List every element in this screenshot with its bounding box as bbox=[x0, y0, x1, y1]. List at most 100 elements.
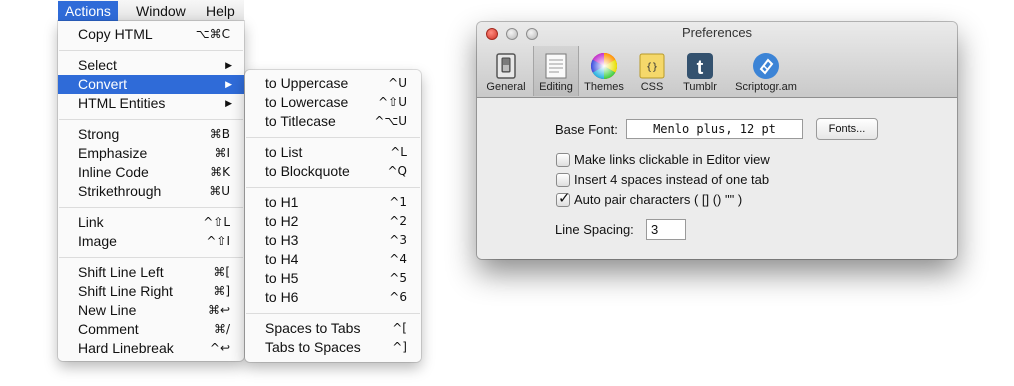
tab-tumblr[interactable]: t Tumblr bbox=[677, 46, 723, 96]
menu-item-image[interactable]: Image ^⇧I bbox=[58, 232, 244, 251]
menu-item-shortcut: ^⇧L bbox=[203, 215, 230, 229]
menu-item-label: Tabs to Spaces bbox=[265, 339, 361, 355]
menu-item-label: Convert bbox=[78, 76, 128, 92]
menu-separator bbox=[59, 119, 243, 120]
menu-item-label: HTML Entities bbox=[78, 95, 166, 111]
menu-item-shortcut: ⌘I bbox=[214, 146, 230, 160]
menu-item-to-blockquote[interactable]: to Blockquote ^Q bbox=[245, 162, 421, 181]
tab-label: Editing bbox=[539, 81, 573, 93]
menu-item-label: to Blockquote bbox=[265, 163, 350, 179]
menu-separator bbox=[246, 187, 420, 188]
menu-item-to-lowercase[interactable]: to Lowercase ^⇧U bbox=[245, 93, 421, 112]
tab-themes[interactable]: Themes bbox=[581, 46, 627, 96]
menu-actions[interactable]: Actions bbox=[58, 1, 118, 21]
menu-item-label: Spaces to Tabs bbox=[265, 320, 361, 336]
menu-item-shortcut: ⌘B bbox=[209, 127, 230, 141]
submenu-arrow-icon: ▶ bbox=[225, 98, 232, 108]
svg-text:{}: {} bbox=[646, 62, 658, 73]
menu-window[interactable]: Window bbox=[136, 2, 186, 21]
submenu-arrow-icon: ▶ bbox=[225, 60, 232, 70]
menu-item-label: to List bbox=[265, 144, 303, 160]
menu-item-shortcut: ^6 bbox=[389, 290, 407, 304]
menu-item-label: Link bbox=[78, 214, 104, 230]
base-font-field[interactable]: Menlo plus, 12 pt bbox=[626, 119, 803, 139]
tab-label: CSS bbox=[640, 81, 664, 93]
menu-item-shortcut: ^⌥U bbox=[374, 114, 407, 128]
menu-item-to-h6[interactable]: to H6 ^6 bbox=[245, 288, 421, 307]
menu-item-shortcut: ^2 bbox=[389, 214, 407, 228]
menu-item-shortcut: ^U bbox=[388, 76, 407, 90]
insert-spaces-checkbox[interactable] bbox=[556, 173, 570, 187]
auto-pair-checkbox[interactable]: ✓ bbox=[556, 190, 571, 207]
menu-item-to-h5[interactable]: to H5 ^5 bbox=[245, 269, 421, 288]
scriptogram-icon bbox=[753, 53, 779, 79]
checkmark-icon: ✓ bbox=[558, 190, 571, 207]
menu-item-strikethrough[interactable]: Strikethrough ⌘U bbox=[58, 182, 244, 201]
menu-item-to-h3[interactable]: to H3 ^3 bbox=[245, 231, 421, 250]
svg-text:t: t bbox=[697, 57, 704, 79]
menu-item-comment[interactable]: Comment ⌘/ bbox=[58, 320, 244, 339]
menu-item-label: Copy HTML bbox=[78, 26, 153, 42]
editing-pane: Base Font: Menlo plus, 12 pt Fonts... Ma… bbox=[477, 98, 957, 259]
preferences-toolbar: Preferences General Editing Themes {} CS… bbox=[477, 22, 957, 98]
tab-editing[interactable]: Editing bbox=[533, 46, 579, 96]
tab-css[interactable]: {} CSS bbox=[631, 46, 673, 96]
menu-item-select[interactable]: Select ▶ bbox=[58, 56, 244, 75]
menu-item-shortcut: ^1 bbox=[389, 195, 407, 209]
menu-item-link[interactable]: Link ^⇧L bbox=[58, 213, 244, 232]
menu-item-html-entities[interactable]: HTML Entities ▶ bbox=[58, 94, 244, 113]
menu-item-shift-line-left[interactable]: Shift Line Left ⌘[ bbox=[58, 263, 244, 282]
actions-menu: Copy HTML ⌥⌘C Select ▶ Convert ▶ HTML En… bbox=[58, 21, 244, 361]
window-title: Preferences bbox=[681, 25, 753, 40]
menu-item-shortcut: ^↩ bbox=[209, 341, 230, 355]
line-spacing-field[interactable]: 3 bbox=[646, 219, 686, 240]
menu-item-inline-code[interactable]: Inline Code ⌘K bbox=[58, 163, 244, 182]
menu-item-shortcut: ^] bbox=[392, 340, 407, 354]
tab-label: Tumblr bbox=[683, 81, 717, 93]
menu-item-shortcut: ⌘↩ bbox=[207, 303, 230, 317]
tab-scriptogram[interactable]: Scriptogr.am bbox=[727, 46, 805, 96]
menu-item-to-h2[interactable]: to H2 ^2 bbox=[245, 212, 421, 231]
menu-item-shift-line-right[interactable]: Shift Line Right ⌘] bbox=[58, 282, 244, 301]
menu-item-label: New Line bbox=[78, 302, 137, 318]
menu-item-tabs-to-spaces[interactable]: Tabs to Spaces ^] bbox=[245, 338, 421, 357]
menu-separator bbox=[246, 313, 420, 314]
menu-item-label: Shift Line Left bbox=[78, 264, 164, 280]
menu-item-convert[interactable]: Convert ▶ bbox=[58, 75, 244, 94]
submenu-arrow-icon: ▶ bbox=[225, 79, 232, 89]
convert-submenu: to Uppercase ^U to Lowercase ^⇧U to Titl… bbox=[245, 70, 421, 362]
menu-separator bbox=[59, 207, 243, 208]
make-links-clickable-checkbox[interactable] bbox=[556, 153, 570, 167]
menu-item-to-h1[interactable]: to H1 ^1 bbox=[245, 193, 421, 212]
fonts-button[interactable]: Fonts... bbox=[816, 118, 878, 140]
menu-separator bbox=[59, 50, 243, 51]
menu-item-to-h4[interactable]: to H4 ^4 bbox=[245, 250, 421, 269]
menu-item-label: to H6 bbox=[265, 289, 299, 305]
tab-general[interactable]: General bbox=[483, 46, 529, 96]
menu-item-spaces-to-tabs[interactable]: Spaces to Tabs ^[ bbox=[245, 319, 421, 338]
menu-item-label: to Uppercase bbox=[265, 75, 349, 91]
menu-item-strong[interactable]: Strong ⌘B bbox=[58, 125, 244, 144]
document-icon bbox=[545, 53, 567, 79]
insert-spaces-label: Insert 4 spaces instead of one tab bbox=[574, 172, 770, 187]
menu-item-to-uppercase[interactable]: to Uppercase ^U bbox=[245, 74, 421, 93]
menu-item-label: to Titlecase bbox=[265, 113, 336, 129]
menu-help[interactable]: Help bbox=[206, 2, 235, 21]
menu-item-new-line[interactable]: New Line ⌘↩ bbox=[58, 301, 244, 320]
menu-item-label: Shift Line Right bbox=[78, 283, 173, 299]
menu-item-shortcut: ^L bbox=[390, 145, 407, 159]
menu-item-shortcut: ⌥⌘C bbox=[195, 27, 230, 41]
menu-item-to-titlecase[interactable]: to Titlecase ^⌥U bbox=[245, 112, 421, 131]
make-links-clickable-label: Make links clickable in Editor view bbox=[574, 152, 770, 167]
tab-label: General bbox=[486, 81, 526, 93]
menu-item-emphasize[interactable]: Emphasize ⌘I bbox=[58, 144, 244, 163]
menu-item-to-list[interactable]: to List ^L bbox=[245, 143, 421, 162]
menu-item-hard-linebreak[interactable]: Hard Linebreak ^↩ bbox=[58, 339, 244, 358]
base-font-label: Base Font: bbox=[555, 122, 618, 137]
preferences-window: Preferences General Editing Themes {} CS… bbox=[477, 22, 957, 259]
menu-item-label: Comment bbox=[78, 321, 139, 337]
menu-item-copy-html[interactable]: Copy HTML ⌥⌘C bbox=[58, 25, 244, 44]
menu-item-label: Image bbox=[78, 233, 117, 249]
menu-item-shortcut: ^Q bbox=[387, 164, 408, 178]
menu-item-shortcut: ^5 bbox=[389, 271, 407, 285]
